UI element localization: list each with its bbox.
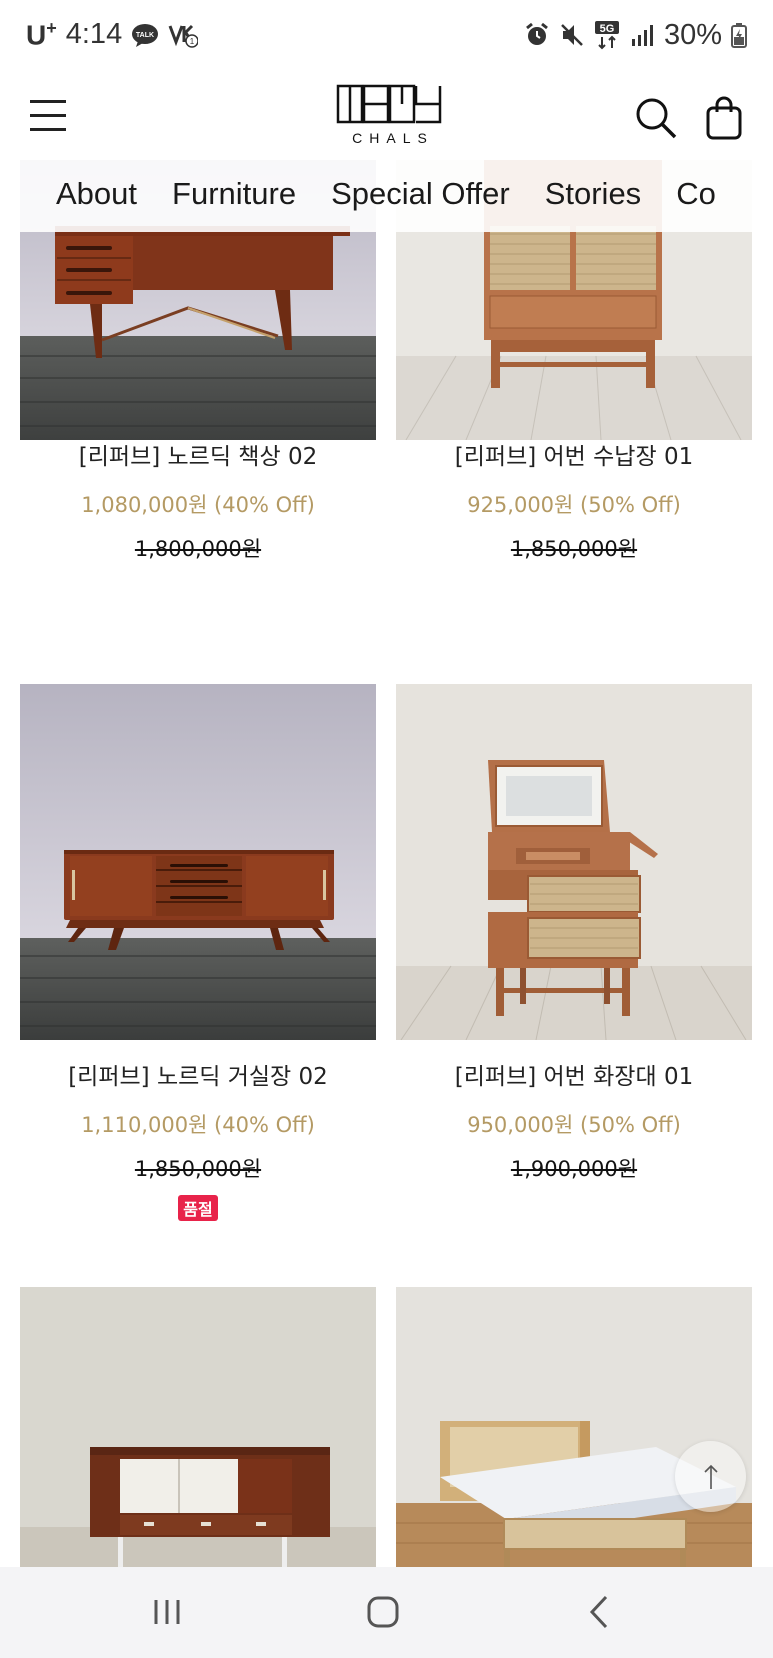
product-sale-price: 1,110,000원 (40% Off) [81, 1112, 315, 1137]
product-original-price: 1,850,000원 [510, 536, 638, 561]
product-original-price: 1,900,000원 [510, 1156, 638, 1181]
scroll-to-top-button[interactable] [675, 1441, 746, 1512]
carrier-label: U+ [26, 18, 57, 51]
recent-apps-icon[interactable] [142, 1592, 192, 1632]
nav-item-furniture[interactable]: Furniture [172, 176, 296, 212]
chals-logo[interactable]: CHALS [335, 84, 445, 148]
hamburger-menu-icon[interactable] [28, 98, 70, 138]
status-bar: U+ 4:14 TALK 1 5G 30% [0, 0, 773, 70]
nav-item-stories[interactable]: Stories [545, 176, 641, 212]
product-info: [리퍼브] 노르딕 거실장 02 1,110,000원 (40% Off) 1,… [20, 1064, 376, 1221]
site-header: CHALS About Furniture Special Offer Stories… [20, 84, 753, 232]
product-sale-price: 1,080,000원 (40% Off) [81, 492, 315, 517]
product-name[interactable]: [리퍼브] 어번 화장대 01 [396, 1064, 752, 1092]
battery-percent: 30% [663, 18, 722, 51]
product-image-urban-vanity[interactable] [396, 684, 752, 1040]
product-name[interactable]: [리퍼브] 노르딕 책상 02 [20, 444, 376, 472]
logo-text: CHALS [352, 130, 434, 146]
logo-mark-icon [336, 84, 442, 124]
arrow-up-icon [703, 1464, 718, 1489]
system-navigation-bar [0, 1567, 773, 1658]
product-sale-price: 925,000원 (50% Off) [467, 492, 681, 517]
product-sale-price: 950,000원 (50% Off) [467, 1112, 681, 1137]
product-image-nordic-sideboard[interactable] [20, 684, 376, 1040]
product-info: [리퍼브] 어번 수납장 01 925,000원 (50% Off) 1,850… [396, 444, 752, 563]
product-name[interactable]: [리퍼브] 어번 수납장 01 [396, 444, 752, 472]
svg-text:1: 1 [190, 37, 195, 46]
svg-text:TALK: TALK [136, 32, 154, 39]
signal-icon [631, 25, 653, 46]
product-original-price: 1,800,000원 [134, 536, 262, 561]
shopping-bag-icon[interactable] [704, 96, 744, 140]
mute-icon [561, 24, 583, 46]
product-name[interactable]: [리퍼브] 노르딕 거실장 02 [20, 1064, 376, 1092]
nav-item-more[interactable]: Co [676, 176, 716, 212]
battery-icon [731, 23, 747, 48]
soldout-badge: 품절 [178, 1194, 218, 1221]
clock: 4:14 [65, 18, 123, 51]
product-info: [리퍼브] 어번 화장대 01 950,000원 (50% Off) 1,900… [396, 1064, 752, 1183]
nav-item-about[interactable]: About [56, 176, 137, 212]
svg-text:5G: 5G [600, 23, 615, 35]
screen: U+ 4:14 TALK 1 5G 30% [리퍼브] 노르딕 책상 02 1,… [0, 0, 773, 1658]
product-original-price: 1,850,000원 [134, 1156, 262, 1181]
category-nav: About Furniture Special Offer Stories Co [56, 176, 753, 226]
product-image-rattan-bed[interactable] [396, 1287, 752, 1567]
home-icon[interactable] [358, 1592, 408, 1632]
5g-icon: 5G [594, 21, 619, 50]
search-icon[interactable] [634, 96, 678, 140]
volte-icon: 1 [168, 24, 199, 48]
talk-icon: TALK [132, 23, 159, 47]
back-icon[interactable] [576, 1592, 626, 1632]
product-info: [리퍼브] 노르딕 책상 02 1,080,000원 (40% Off) 1,8… [20, 444, 376, 563]
product-image-sideboard-white-doors[interactable] [20, 1287, 376, 1567]
alarm-icon [526, 22, 548, 45]
nav-item-special-offer[interactable]: Special Offer [331, 176, 510, 212]
